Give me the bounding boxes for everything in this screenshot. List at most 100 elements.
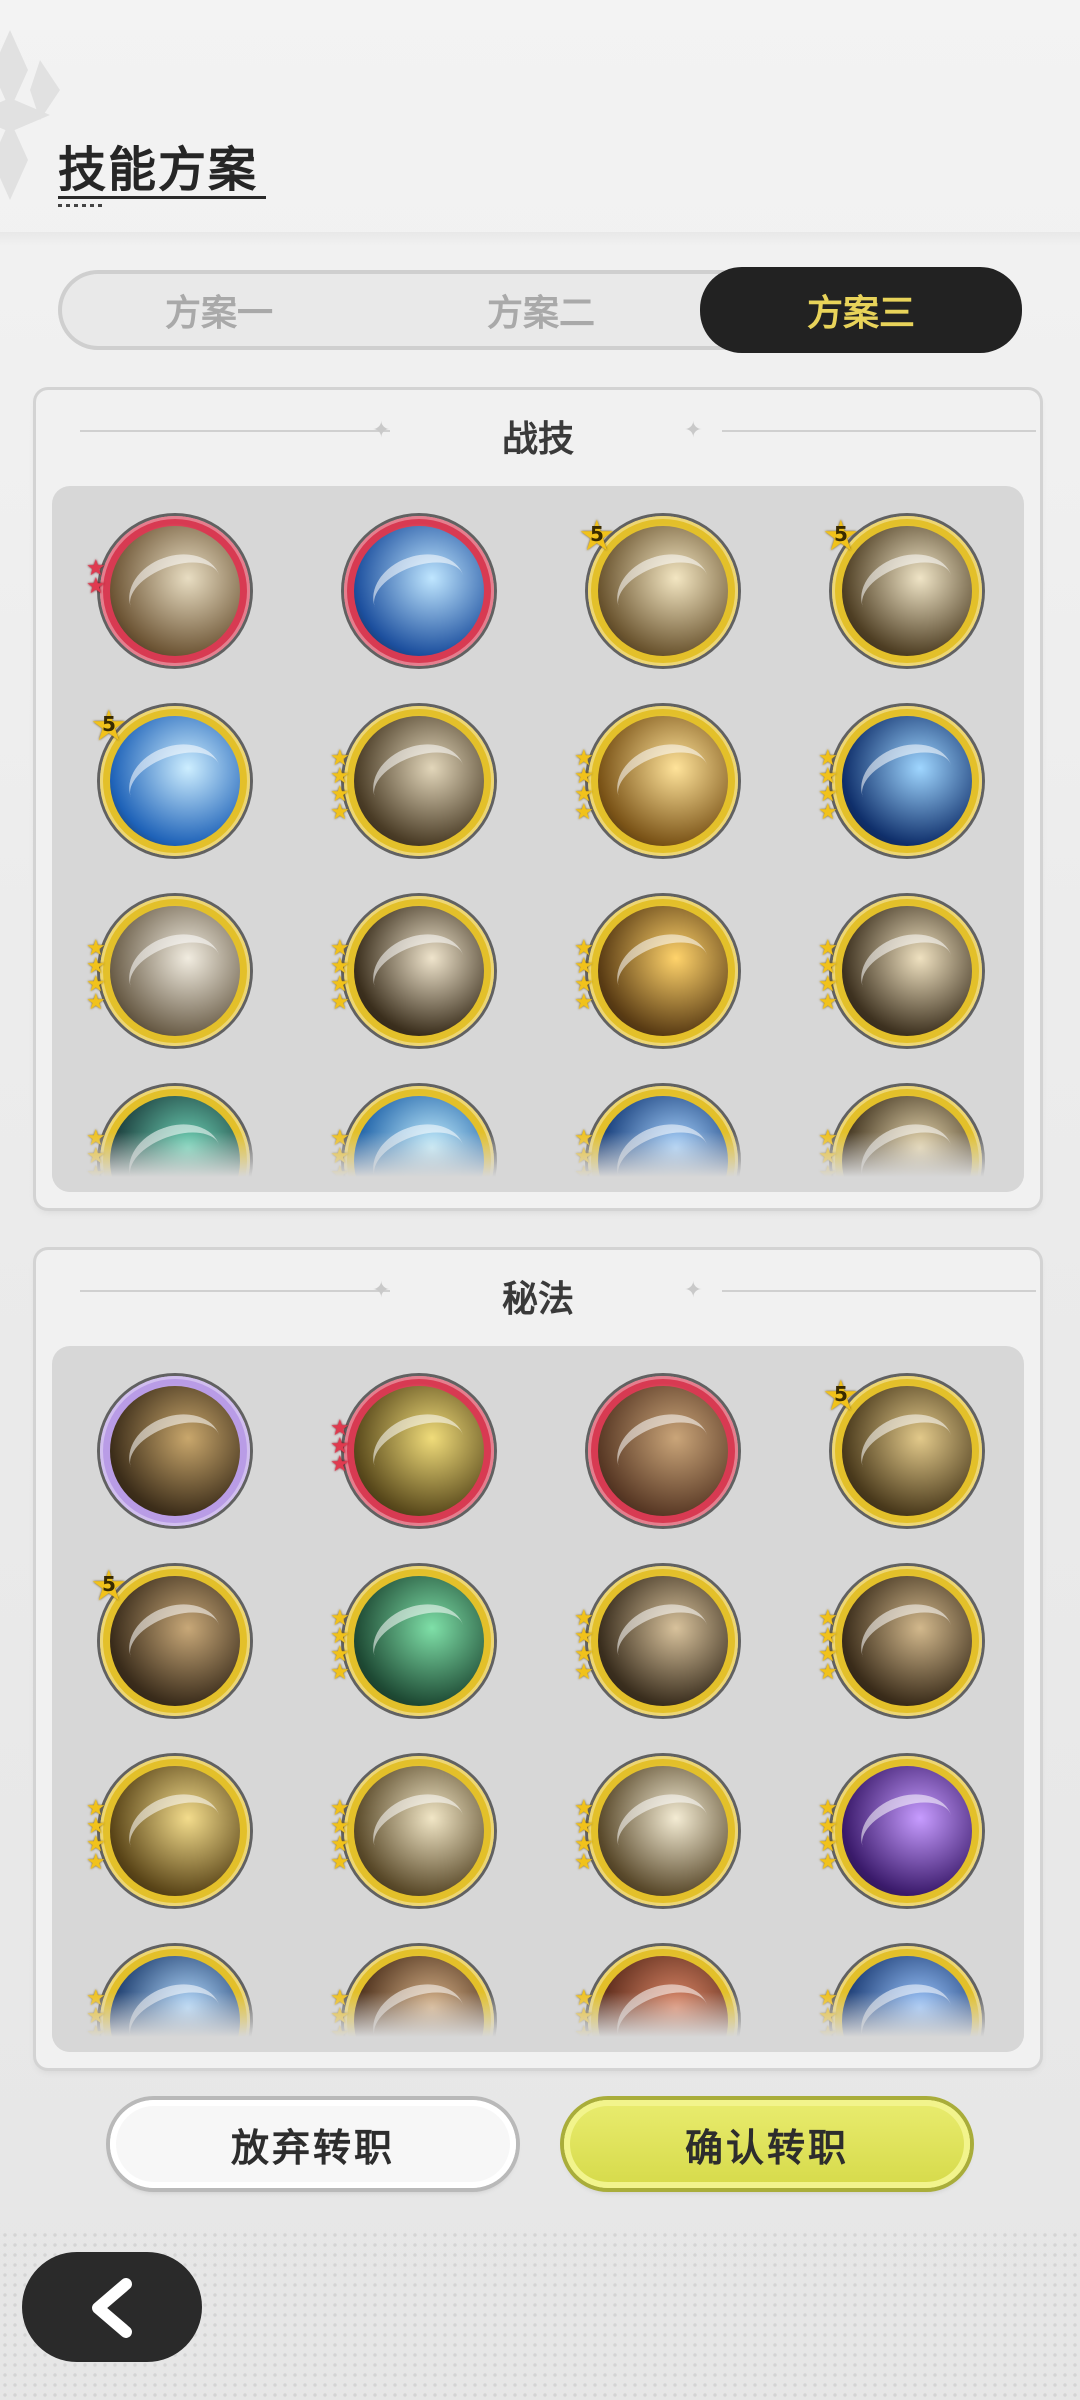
skill-art <box>354 1386 484 1516</box>
hex-shield-icon[interactable]: ★ ★ ★ ★ <box>86 1756 250 1906</box>
plan-tabs: 方案一 方案二 方案三 <box>58 267 1022 353</box>
rank-stars: ★★★★ <box>574 936 594 1015</box>
rank-5-badge: ★ 5 <box>822 1371 860 1420</box>
abandon-class-change-button[interactable]: 放弃转职 <box>110 2100 516 2188</box>
swirl <box>606 1782 720 1880</box>
swirl <box>118 542 232 640</box>
rank-stars: ★★★★ <box>330 1606 350 1685</box>
panel-header: ✦ 战技 ✦ <box>36 390 1040 470</box>
skill-art <box>598 906 728 1036</box>
rank-stars: ★★★★ <box>86 1796 106 1875</box>
swirl <box>606 1402 720 1500</box>
spear-burst-icon[interactable]: ★ ★ ★ ★ <box>818 1566 982 1716</box>
skill-art <box>598 1766 728 1896</box>
green-cross-icon[interactable]: ★ ★ ★ ★ <box>330 1566 494 1716</box>
falling-swords-icon[interactable]: ★ ★ ★ ★ <box>574 896 738 1046</box>
swirl <box>118 922 232 1020</box>
skill-art <box>110 906 240 1036</box>
skill-art <box>598 716 728 846</box>
sword-thrust-icon[interactable]: ★ 5 <box>578 515 738 666</box>
purple-rune-icon[interactable]: ★ ★ ★ ★ <box>818 1756 982 1906</box>
wind-slash-icon[interactable]: ★ 5 <box>822 515 982 666</box>
rank-stars: ★★★★ <box>574 1606 594 1685</box>
divider <box>722 1290 1036 1292</box>
skill-art <box>110 1766 240 1896</box>
rank-stars: ★★★★ <box>818 1606 838 1685</box>
skill-art <box>110 526 240 656</box>
water-wave-icon[interactable]: ★ 5 <box>90 705 250 856</box>
rank-stars: ★★★★ <box>818 936 838 1015</box>
panel-title: 战技 <box>501 419 574 460</box>
skill-art <box>354 906 484 1036</box>
swirl <box>850 1592 964 1690</box>
tab-plan-3[interactable]: 方案三 <box>700 267 1022 353</box>
skill-art <box>354 716 484 846</box>
swirl <box>118 1592 232 1690</box>
swirl <box>850 1402 964 1500</box>
broken-heart-icon[interactable]: ★ 5 <box>90 1565 250 1716</box>
title-underline <box>58 196 266 199</box>
rank-stars: ★★★★ <box>86 936 106 1015</box>
swirl-slash-icon[interactable]: ★ ★ <box>86 516 250 666</box>
scroll-fade <box>52 1992 1024 2052</box>
rising-dragon-icon[interactable]: ★ ★ ★ ★ <box>574 1566 738 1716</box>
blue-vortex-icon[interactable] <box>344 516 494 666</box>
swirl <box>362 1592 476 1690</box>
whirlwind-icon[interactable]: ★ ★ ★ ★ <box>330 706 494 856</box>
rank-stars: ★★★★ <box>330 936 350 1015</box>
swirl <box>362 1782 476 1880</box>
tab-plan-2[interactable]: 方案二 <box>380 270 702 350</box>
divider <box>722 430 1036 432</box>
back-button[interactable] <box>22 2252 202 2362</box>
skill-art <box>842 906 972 1036</box>
rank-5-badge: ★ 5 <box>90 1561 128 1610</box>
skill-icon-grid: ★★★5★5★5★★★★★★★★★★★★★★★★★★★★★★★★★★★★★★★★… <box>52 486 1024 1192</box>
blue-orb-icon[interactable]: ★ ★ ★ ★ <box>818 706 982 856</box>
rank-stars: ★ ★ <box>86 556 106 599</box>
rank-5-badge: ★ 5 <box>822 511 860 560</box>
swirl <box>606 922 720 1020</box>
rank-stars: ★★★★ <box>818 746 838 825</box>
skill-icon-grid: ★★★★5★5★★★★★★★★★★★★★★★★★★★★★★★★★★★★★★★★★… <box>52 1346 1024 2052</box>
skill-art <box>354 1766 484 1896</box>
skill-plan-screen: 技能方案 方案一 方案二 方案三 ✦ 战技 ✦ ★ ★ ★ 5 ★ 5 ★ 5 ★ ★ ★ ★ ★ ★ ★ ★… <box>0 0 1080 2400</box>
swirl <box>118 1782 232 1880</box>
page-title: 技能方案 <box>58 142 259 198</box>
tab-plan-1[interactable]: 方案一 <box>58 270 380 350</box>
swirl <box>118 732 232 830</box>
muscle-figure-icon[interactable] <box>588 1376 738 1526</box>
shield-icon[interactable]: ★ ★ ★ ★ <box>330 1756 494 1906</box>
swirl <box>850 542 964 640</box>
title-dots <box>58 204 106 207</box>
swirl <box>850 732 964 830</box>
skill-art <box>354 1576 484 1706</box>
scroll-fade <box>52 1132 1024 1192</box>
swirl <box>606 732 720 830</box>
swirl <box>362 732 476 830</box>
eye-icon[interactable]: ★ ★ ★ ★ <box>574 1756 738 1906</box>
healing-figures-icon[interactable]: ★ ★ ★ <box>330 1376 494 1526</box>
rank-5-badge: ★ 5 <box>90 701 128 750</box>
chevron-left-icon <box>92 2278 132 2338</box>
gathering-figures-icon[interactable] <box>100 1376 250 1526</box>
skill-art <box>842 1576 972 1706</box>
confirm-class-change-button[interactable]: 确认转职 <box>564 2100 970 2188</box>
skill-art <box>110 1386 240 1516</box>
rank-stars: ★★★★ <box>574 746 594 825</box>
blade-arc-icon[interactable]: ★ ★ ★ ★ <box>818 896 982 1046</box>
rank-stars: ★★★★ <box>330 1796 350 1875</box>
swirl <box>606 1592 720 1690</box>
crescent-moon-icon[interactable]: ★ ★ ★ ★ <box>574 706 738 856</box>
kick-strike-icon[interactable]: ★ ★ ★ ★ <box>330 896 494 1046</box>
golden-guardian-icon[interactable]: ★ 5 <box>822 1375 982 1526</box>
swirl <box>118 1402 232 1500</box>
panel-title: 秘法 <box>501 1279 574 1320</box>
swirl <box>850 1782 964 1880</box>
rank-5-badge: ★ 5 <box>578 511 616 560</box>
skill-art <box>842 716 972 846</box>
secret-art-panel: ✦ 秘法 ✦ ★ ★ ★ ★ 5 ★ 5 ★ ★ ★ ★ ★ ★ ★ ★ ★ ★ ★ ★ ★ ★ ★ ★ ★ ★ ★ ★ ★ ★ ★ ★ ★ ★… <box>36 1250 1040 2068</box>
dash-shadow-icon[interactable]: ★ ★ ★ ★ <box>86 896 250 1046</box>
skill-art <box>598 1576 728 1706</box>
rank-stars: ★★★★ <box>818 1796 838 1875</box>
rank-stars: ★★★★ <box>574 1796 594 1875</box>
